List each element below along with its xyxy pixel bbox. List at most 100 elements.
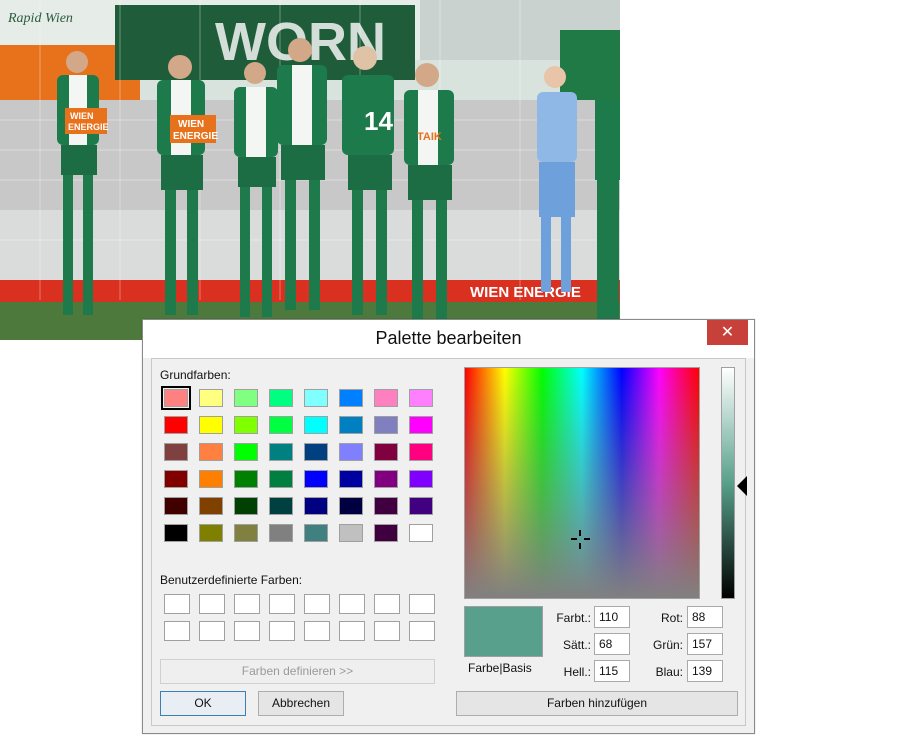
basic-color-swatch[interactable] <box>374 389 398 407</box>
basic-color-swatch[interactable] <box>269 443 293 461</box>
color-preview <box>464 606 543 657</box>
custom-color-slot[interactable] <box>304 594 330 614</box>
add-to-custom-colors-button[interactable]: Farben hinzufügen <box>456 691 738 716</box>
basic-color-swatch[interactable] <box>234 524 258 542</box>
basic-color-swatch[interactable] <box>339 470 363 488</box>
basic-color-swatch[interactable] <box>409 416 433 434</box>
custom-color-slot[interactable] <box>304 621 330 641</box>
custom-color-slot[interactable] <box>374 594 400 614</box>
lum-label: Hell.: <box>563 665 591 679</box>
basic-color-swatch[interactable] <box>304 443 328 461</box>
basic-color-swatch[interactable] <box>339 416 363 434</box>
preview-label: Farbe|Basis <box>468 661 532 675</box>
basic-color-swatch[interactable] <box>234 416 258 434</box>
blue-field[interactable]: 139 <box>687 660 723 682</box>
basic-color-swatch[interactable] <box>409 443 433 461</box>
crosshair-icon <box>571 530 590 549</box>
basic-color-swatch[interactable] <box>269 416 293 434</box>
custom-color-slot[interactable] <box>199 621 225 641</box>
define-colors-button[interactable]: Farben definieren >> <box>160 659 435 684</box>
custom-color-slot[interactable] <box>234 621 260 641</box>
cancel-button[interactable]: Abbrechen <box>258 691 344 716</box>
svg-text:WIEN: WIEN <box>70 111 94 121</box>
custom-color-slot[interactable] <box>234 594 260 614</box>
basic-color-swatch[interactable] <box>269 497 293 515</box>
basic-color-swatch[interactable] <box>339 497 363 515</box>
custom-color-slot[interactable] <box>164 621 190 641</box>
jersey-number: 14 <box>364 106 393 136</box>
sat-label: Sätt.: <box>562 638 591 652</box>
blue-label: Blau: <box>655 665 683 679</box>
green-label: Grün: <box>652 638 683 652</box>
basic-color-swatch[interactable] <box>164 497 188 515</box>
background-photo: Rapid Wien WORN WIEN ENERGIE <box>0 0 620 340</box>
ok-button[interactable]: OK <box>160 691 246 716</box>
basic-color-swatch[interactable] <box>304 389 328 407</box>
custom-color-slot[interactable] <box>409 594 435 614</box>
red-label: Rot: <box>660 611 683 625</box>
basic-color-swatch[interactable] <box>339 389 363 407</box>
basic-color-swatch[interactable] <box>234 443 258 461</box>
basic-color-swatch[interactable] <box>409 389 433 407</box>
basic-color-swatch[interactable] <box>269 389 293 407</box>
basic-color-swatch[interactable] <box>374 497 398 515</box>
basic-color-swatch[interactable] <box>269 524 293 542</box>
basic-color-swatch[interactable] <box>199 443 223 461</box>
basic-color-swatch[interactable] <box>409 470 433 488</box>
basic-color-swatch[interactable] <box>339 443 363 461</box>
basic-color-swatch[interactable] <box>409 497 433 515</box>
sat-field[interactable]: 68 <box>594 633 630 655</box>
custom-color-slot[interactable] <box>199 594 225 614</box>
custom-color-slot[interactable] <box>409 621 435 641</box>
green-field[interactable]: 157 <box>687 633 723 655</box>
red-field[interactable]: 88 <box>687 606 723 628</box>
custom-color-slot[interactable] <box>164 594 190 614</box>
basic-color-swatch[interactable] <box>199 416 223 434</box>
banner-text: Rapid Wien <box>7 11 73 26</box>
basic-color-swatch[interactable] <box>304 524 328 542</box>
basic-color-swatch[interactable] <box>339 524 363 542</box>
basic-color-swatch[interactable] <box>409 524 433 542</box>
custom-color-slot[interactable] <box>339 621 365 641</box>
edit-palette-dialog: Palette bearbeiten ✕ Grundfarben: Benutz… <box>142 319 755 734</box>
basic-color-swatch[interactable] <box>164 470 188 488</box>
hue-label: Farbt.: <box>556 611 591 625</box>
jersey-sponsor-alt: TAIK <box>417 131 442 143</box>
close-button[interactable]: ✕ <box>707 320 748 345</box>
custom-color-slot[interactable] <box>269 621 295 641</box>
luminance-slider[interactable] <box>721 367 735 599</box>
custom-color-slot[interactable] <box>339 594 365 614</box>
lum-field[interactable]: 115 <box>594 660 630 682</box>
basic-color-swatch[interactable] <box>234 470 258 488</box>
hue-field[interactable]: 110 <box>594 606 630 628</box>
basic-color-swatch[interactable] <box>199 470 223 488</box>
basic-color-swatch[interactable] <box>234 389 258 407</box>
basic-color-swatch[interactable] <box>304 470 328 488</box>
basic-color-swatch[interactable] <box>164 416 188 434</box>
basic-color-swatch[interactable] <box>374 524 398 542</box>
custom-color-slot[interactable] <box>374 621 400 641</box>
dialog-body: Grundfarben: Benutzerdefinierte Farben: … <box>151 358 747 726</box>
luminance-arrow-icon[interactable] <box>737 476 747 496</box>
custom-colors-label: Benutzerdefinierte Farben: <box>160 573 303 587</box>
basic-color-swatch[interactable] <box>374 443 398 461</box>
basic-color-swatch[interactable] <box>164 524 188 542</box>
basic-color-swatch[interactable] <box>164 443 188 461</box>
basic-color-swatch[interactable] <box>199 524 223 542</box>
custom-color-slot[interactable] <box>269 594 295 614</box>
basic-color-swatch[interactable] <box>304 416 328 434</box>
svg-text:WIEN: WIEN <box>178 119 204 130</box>
close-icon: ✕ <box>720 324 735 341</box>
basic-color-swatch[interactable] <box>161 386 191 410</box>
color-spectrum[interactable] <box>464 367 700 599</box>
basic-color-swatch[interactable] <box>199 389 223 407</box>
basic-color-swatch[interactable] <box>269 470 293 488</box>
basic-color-swatch[interactable] <box>199 497 223 515</box>
dialog-title: Palette bearbeiten <box>375 328 522 348</box>
basic-color-swatch[interactable] <box>374 470 398 488</box>
basic-color-swatch[interactable] <box>234 497 258 515</box>
basic-color-swatch[interactable] <box>374 416 398 434</box>
basic-color-swatch[interactable] <box>304 497 328 515</box>
svg-text:ENERGIE: ENERGIE <box>68 122 109 132</box>
basic-colors-label: Grundfarben: <box>160 368 231 382</box>
